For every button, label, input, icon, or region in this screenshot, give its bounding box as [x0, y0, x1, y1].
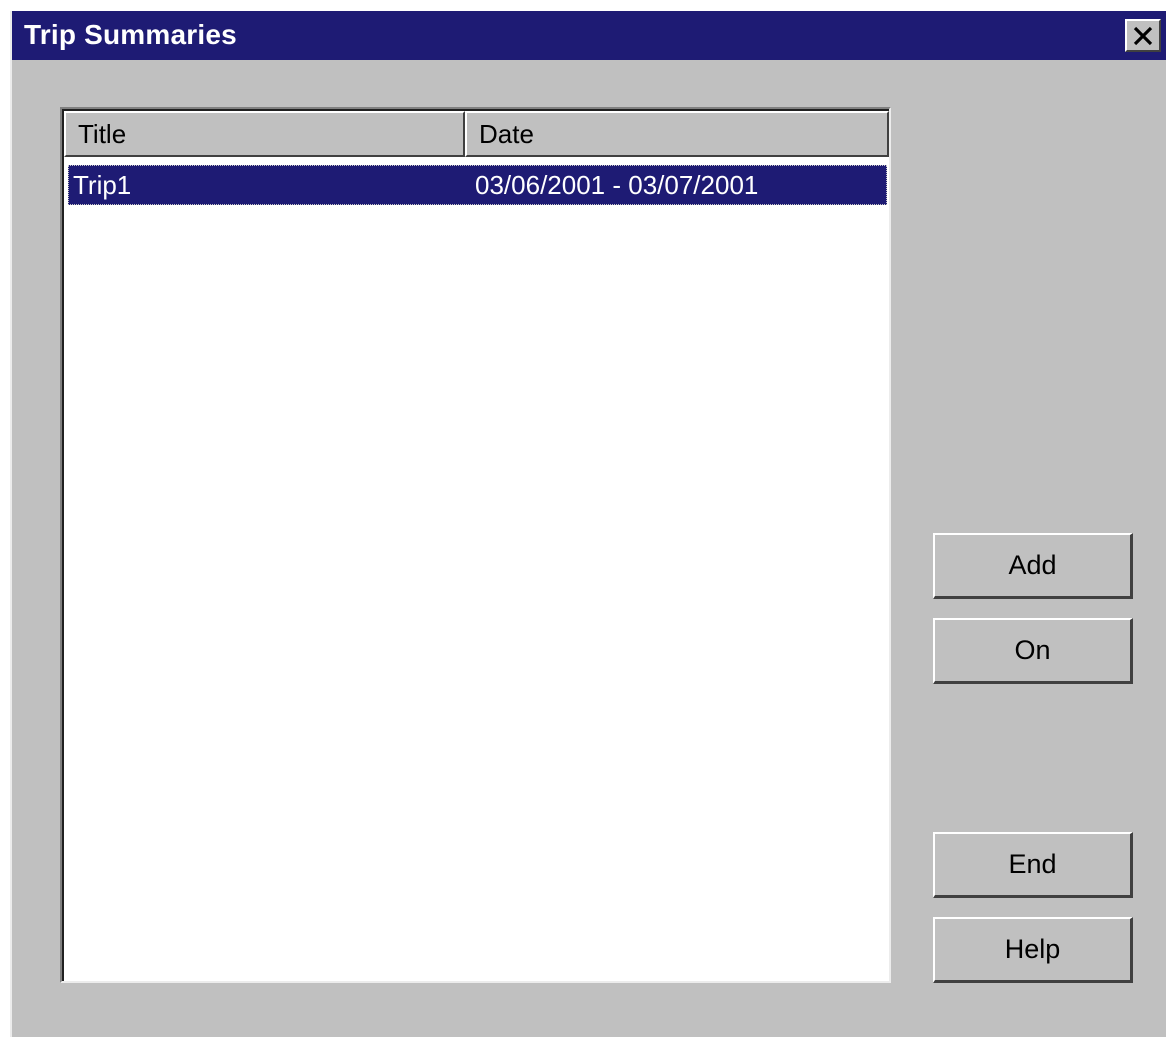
trip-date-cell: 03/06/2001 - 03/07/2001 — [475, 170, 759, 200]
column-header-title[interactable]: Title — [64, 111, 465, 157]
window-title: Trip Summaries — [24, 19, 237, 50]
trip-summaries-dialog: Trip Summaries Title Date Trip1 03/06/20… — [10, 11, 1166, 1037]
end-button[interactable]: End — [933, 832, 1133, 898]
trip-list[interactable]: Title Date Trip1 03/06/2001 - 03/07/2001 — [60, 107, 891, 983]
trip-list-frame: Title Date Trip1 03/06/2001 - 03/07/2001 — [62, 109, 889, 981]
title-bar: Trip Summaries — [12, 11, 1166, 60]
on-button[interactable]: On — [933, 618, 1133, 684]
help-button[interactable]: Help — [933, 917, 1133, 983]
column-header-date[interactable]: Date — [465, 111, 889, 157]
add-button[interactable]: Add — [933, 533, 1133, 599]
close-button[interactable] — [1125, 19, 1161, 52]
list-header: Title Date — [64, 111, 889, 157]
list-item[interactable]: Trip1 03/06/2001 - 03/07/2001 — [68, 165, 887, 205]
trip-title-cell: Trip1 — [73, 170, 132, 200]
close-icon — [1133, 26, 1153, 46]
